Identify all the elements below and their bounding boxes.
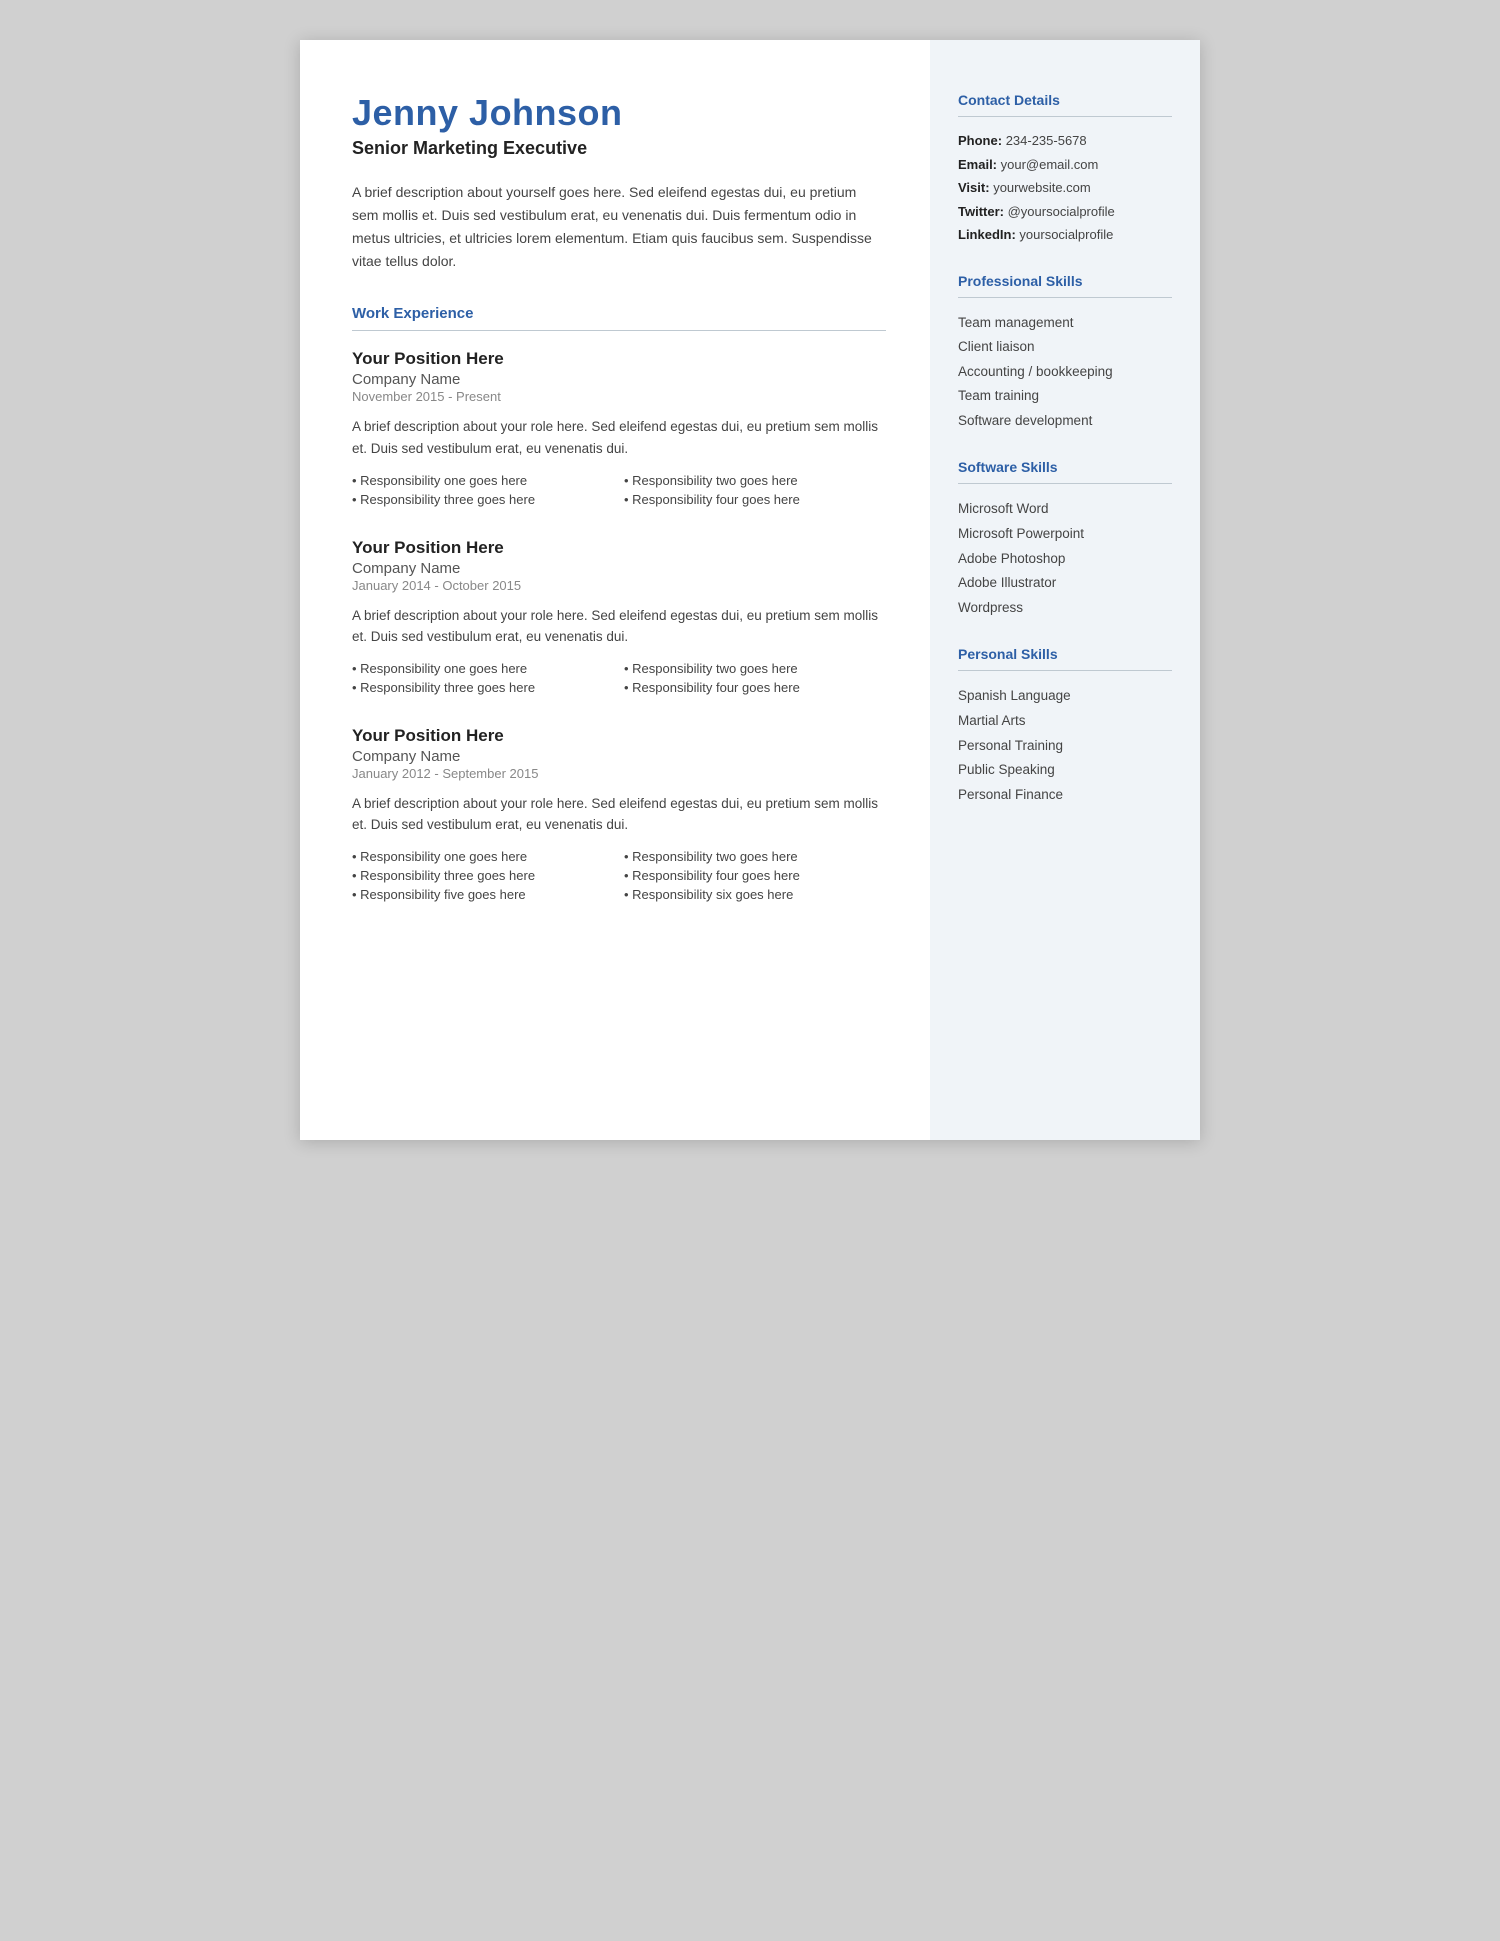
job-dates-1: November 2015 - Present — [352, 389, 886, 404]
resp-1-1: Responsibility one goes here — [352, 472, 614, 489]
prof-skill-5: Software development — [958, 410, 1172, 432]
pers-skill-4: Public Speaking — [958, 759, 1172, 781]
professional-skills-block: Professional Skills Team management Clie… — [958, 273, 1172, 432]
contact-block: Contact Details Phone: 234-235-5678 Emai… — [958, 92, 1172, 245]
job-title-3: Your Position Here — [352, 726, 886, 746]
contact-linkedin: LinkedIn: yoursocialprofile — [958, 225, 1172, 245]
sw-skill-1: Microsoft Word — [958, 498, 1172, 520]
phone-label: Phone: — [958, 133, 1002, 148]
bio-text: A brief description about yourself goes … — [352, 181, 886, 273]
job-block-2: Your Position Here Company Name January … — [352, 538, 886, 696]
email-label: Email: — [958, 157, 997, 172]
professional-skills-divider — [958, 297, 1172, 298]
software-skills-block: Software Skills Microsoft Word Microsoft… — [958, 459, 1172, 618]
resp-3-4: Responsibility four goes here — [624, 867, 886, 884]
responsibilities-2: Responsibility one goes here Responsibil… — [352, 660, 886, 696]
main-content: Jenny Johnson Senior Marketing Executive… — [300, 40, 930, 1140]
resp-2-4: Responsibility four goes here — [624, 679, 886, 696]
job-title-2: Your Position Here — [352, 538, 886, 558]
job-block-1: Your Position Here Company Name November… — [352, 349, 886, 507]
resp-3-2: Responsibility two goes here — [624, 848, 886, 865]
linkedin-value: yoursocialprofile — [1019, 227, 1113, 242]
personal-skills-block: Personal Skills Spanish Language Martial… — [958, 646, 1172, 805]
phone-value: 234-235-5678 — [1006, 133, 1087, 148]
job-block-3: Your Position Here Company Name January … — [352, 726, 886, 903]
personal-skills-heading: Personal Skills — [958, 646, 1172, 662]
contact-divider — [958, 116, 1172, 117]
job-dates-2: January 2014 - October 2015 — [352, 578, 886, 593]
responsibilities-3: Responsibility one goes here Responsibil… — [352, 848, 886, 903]
sw-skill-4: Adobe Illustrator — [958, 572, 1172, 594]
pers-skill-1: Spanish Language — [958, 685, 1172, 707]
job-dates-3: January 2012 - September 2015 — [352, 766, 886, 781]
contact-phone: Phone: 234-235-5678 — [958, 131, 1172, 151]
job-desc-3: A brief description about your role here… — [352, 793, 886, 836]
resp-3-5: Responsibility five goes here — [352, 886, 614, 903]
pers-skill-2: Martial Arts — [958, 710, 1172, 732]
company-name-3: Company Name — [352, 748, 886, 765]
sidebar: Contact Details Phone: 234-235-5678 Emai… — [930, 40, 1200, 1140]
resp-3-3: Responsibility three goes here — [352, 867, 614, 884]
sw-skill-2: Microsoft Powerpoint — [958, 523, 1172, 545]
software-skills-divider — [958, 483, 1172, 484]
visit-value: yourwebsite.com — [993, 180, 1091, 195]
contact-details-heading: Contact Details — [958, 92, 1172, 108]
pers-skill-3: Personal Training — [958, 735, 1172, 757]
company-name-2: Company Name — [352, 560, 886, 577]
sw-skill-5: Wordpress — [958, 597, 1172, 619]
contact-twitter: Twitter: @yoursocialprofile — [958, 202, 1172, 222]
pers-skill-5: Personal Finance — [958, 784, 1172, 806]
twitter-value: @yoursocialprofile — [1008, 204, 1115, 219]
job-title-header: Senior Marketing Executive — [352, 138, 886, 159]
linkedin-label: LinkedIn: — [958, 227, 1016, 242]
professional-skills-heading: Professional Skills — [958, 273, 1172, 289]
twitter-label: Twitter: — [958, 204, 1004, 219]
contact-email: Email: your@email.com — [958, 155, 1172, 175]
resp-3-1: Responsibility one goes here — [352, 848, 614, 865]
work-experience-heading: Work Experience — [352, 305, 886, 322]
resume-page: Jenny Johnson Senior Marketing Executive… — [300, 40, 1200, 1140]
prof-skill-2: Client liaison — [958, 336, 1172, 358]
job-title-1: Your Position Here — [352, 349, 886, 369]
company-name-1: Company Name — [352, 371, 886, 388]
personal-skills-divider — [958, 670, 1172, 671]
prof-skill-1: Team management — [958, 312, 1172, 334]
prof-skill-4: Team training — [958, 385, 1172, 407]
visit-label: Visit: — [958, 180, 990, 195]
resp-2-2: Responsibility two goes here — [624, 660, 886, 677]
software-skills-heading: Software Skills — [958, 459, 1172, 475]
resp-3-6: Responsibility six goes here — [624, 886, 886, 903]
email-value: your@email.com — [1001, 157, 1099, 172]
work-experience-divider — [352, 330, 886, 331]
responsibilities-1: Responsibility one goes here Responsibil… — [352, 472, 886, 508]
resp-2-3: Responsibility three goes here — [352, 679, 614, 696]
resp-2-1: Responsibility one goes here — [352, 660, 614, 677]
sw-skill-3: Adobe Photoshop — [958, 548, 1172, 570]
name-title-block: Jenny Johnson Senior Marketing Executive — [352, 92, 886, 159]
resp-1-2: Responsibility two goes here — [624, 472, 886, 489]
resp-1-3: Responsibility three goes here — [352, 491, 614, 508]
resp-1-4: Responsibility four goes here — [624, 491, 886, 508]
prof-skill-3: Accounting / bookkeeping — [958, 361, 1172, 383]
full-name: Jenny Johnson — [352, 92, 886, 134]
contact-visit: Visit: yourwebsite.com — [958, 178, 1172, 198]
job-desc-1: A brief description about your role here… — [352, 416, 886, 459]
job-desc-2: A brief description about your role here… — [352, 605, 886, 648]
